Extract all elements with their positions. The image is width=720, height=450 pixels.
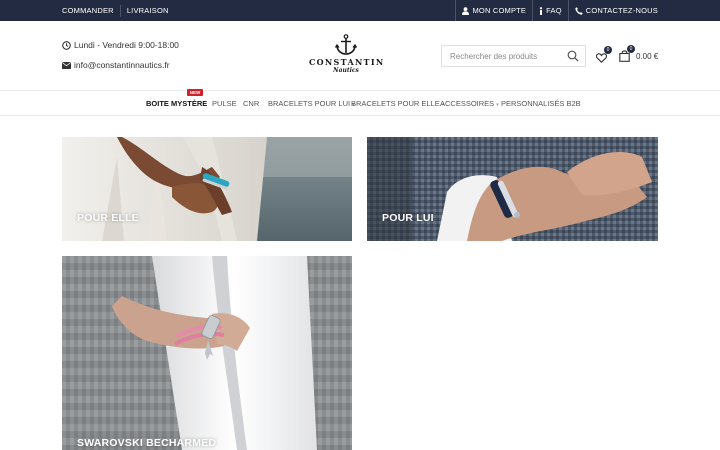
contact-link[interactable]: CONTACTEZ-NOUS [569,0,658,21]
logo-name: CONSTANTIN [309,57,385,67]
nav-item-personnalises-b2b[interactable]: PERSONNALISÉS B2B [501,99,581,108]
tile-label: POUR LUI [382,212,434,224]
hours-text: Lundi - Vendredi 9:00-18:00 [74,40,179,50]
livraison-link[interactable]: LIVRAISON [127,6,175,15]
search-icon[interactable] [567,50,579,62]
tile-label: SWAROVSKI BECHARMED [77,437,217,449]
chevron-down-icon: ▾ [496,102,499,108]
opening-hours: Lundi - Vendredi 9:00-18:00 [62,40,179,50]
swarovski-becharmed-image [62,256,352,450]
pour-elle-image [62,137,352,241]
clock-icon [62,40,71,50]
nav-item-bracelets-pour-elle[interactable]: BRACELETS POUR ELLE ▾ [351,99,444,108]
nav-item-pulse[interactable]: PULSE [212,99,237,108]
info-icon [540,6,543,15]
phone-icon [575,6,583,15]
account-label: MON COMPTE [472,6,527,15]
nav-item-accessoires[interactable]: ACCESSOIRES ▾ [440,99,499,108]
logo-subtitle: Nautics [333,67,359,74]
nav-item-label: BRACELETS POUR LUI [268,99,351,108]
wishlist-button[interactable]: 0 [595,46,612,68]
account-link[interactable]: MON COMPTE [456,0,532,21]
nav-item-cnr[interactable]: CNR [243,99,259,108]
mail-icon [62,61,71,69]
cart-count-badge: 0 [627,45,635,53]
faq-link[interactable]: FAQ [533,0,568,21]
pour-lui-image [367,137,658,241]
main-nav: BOITE MYSTÈRE PULSE CNR BRACELETS POUR L… [0,92,720,116]
top-bar-right: MON COMPTE FAQ CONTACTEZ-NOUS [455,0,658,21]
cart-button[interactable]: 0 [619,45,635,67]
cart-total[interactable]: 0.00 € [636,52,658,61]
nav-item-bracelets-pour-lui[interactable]: BRACELETS POUR LUI ▾ [268,99,355,108]
site-logo[interactable]: CONSTANTIN Nautics [309,34,383,80]
commander-link[interactable]: COMMANDER [62,6,120,15]
user-icon [462,6,470,15]
category-tile-pour-lui[interactable]: POUR LUI [367,137,658,241]
wishlist-count-badge: 0 [604,46,612,54]
top-bar-left: COMMANDER LIVRAISON [62,0,175,21]
search-input[interactable] [442,46,564,66]
category-tile-swarovski-becharmed[interactable]: SWAROVSKI BECHARMED [62,256,352,450]
faq-label: FAQ [546,6,562,15]
nav-item-label: ACCESSOIRES [440,99,495,108]
top-bar: COMMANDER LIVRAISON MON COMPTE FAQ CONTA… [0,0,720,21]
heart-icon [595,53,608,63]
tile-label: POUR ELLE [77,212,139,224]
new-badge: NEW [187,89,203,96]
divider [119,4,121,17]
contact-label: CONTACTEZ-NOUS [585,6,658,15]
contact-email[interactable]: info@constantinnautics.fr [62,60,170,70]
anchor-logo-icon [334,34,358,55]
nav-item-label: BRACELETS POUR ELLE [351,99,440,108]
search-box [441,45,586,67]
category-tile-pour-elle[interactable]: POUR ELLE [62,137,352,241]
site-header: Lundi - Vendredi 9:00-18:00 info@constan… [0,21,720,91]
nav-item-boite-mystere[interactable]: BOITE MYSTÈRE [146,99,207,108]
email-text: info@constantinnautics.fr [74,60,170,70]
